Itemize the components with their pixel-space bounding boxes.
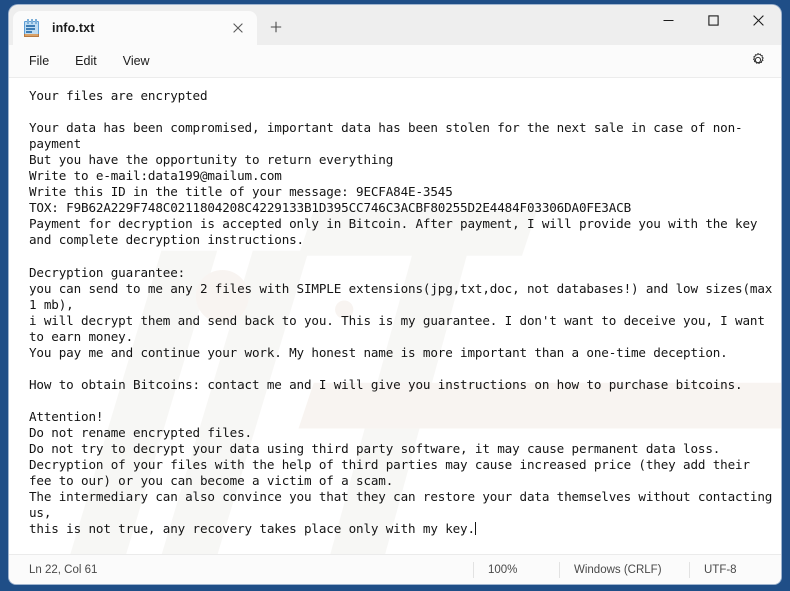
minimize-icon [663, 13, 674, 31]
tab-strip: info.txt [9, 5, 293, 45]
settings-button[interactable] [745, 49, 771, 75]
close-icon[interactable] [225, 15, 251, 41]
text-caret [474, 522, 476, 536]
document-body: Your files are encrypted Your data has b… [29, 88, 773, 537]
gear-icon [750, 52, 766, 73]
maximize-icon [708, 13, 719, 31]
status-bar: Ln 22, Col 61 100% Windows (CRLF) UTF-8 [9, 554, 781, 584]
status-encoding[interactable]: UTF-8 [689, 561, 781, 578]
menu-item-view[interactable]: View [111, 49, 162, 73]
close-icon [753, 13, 764, 31]
window-controls [646, 5, 781, 39]
new-tab-button[interactable] [259, 11, 293, 45]
status-zoom-level[interactable]: 100% [473, 561, 559, 578]
notepad-icon [23, 19, 40, 37]
status-line-column: Ln 22, Col 61 [29, 563, 98, 576]
tab-label: info.txt [52, 21, 95, 35]
minimize-button[interactable] [646, 5, 691, 39]
document-text[interactable]: Your files are encrypted Your data has b… [9, 78, 781, 554]
notepad-window: info.txt File Edit View Your files are e… [9, 5, 781, 584]
menu-item-edit[interactable]: Edit [63, 49, 109, 73]
close-window-button[interactable] [736, 5, 781, 39]
text-editor-area[interactable]: Your files are encrypted Your data has b… [9, 78, 781, 554]
menu-item-file[interactable]: File [17, 49, 61, 73]
maximize-button[interactable] [691, 5, 736, 39]
status-line-ending[interactable]: Windows (CRLF) [559, 561, 689, 578]
menu-bar: File Edit View [9, 45, 781, 78]
tab-info-txt[interactable]: info.txt [13, 11, 257, 45]
title-bar: info.txt [9, 5, 781, 45]
plus-icon [270, 18, 282, 38]
